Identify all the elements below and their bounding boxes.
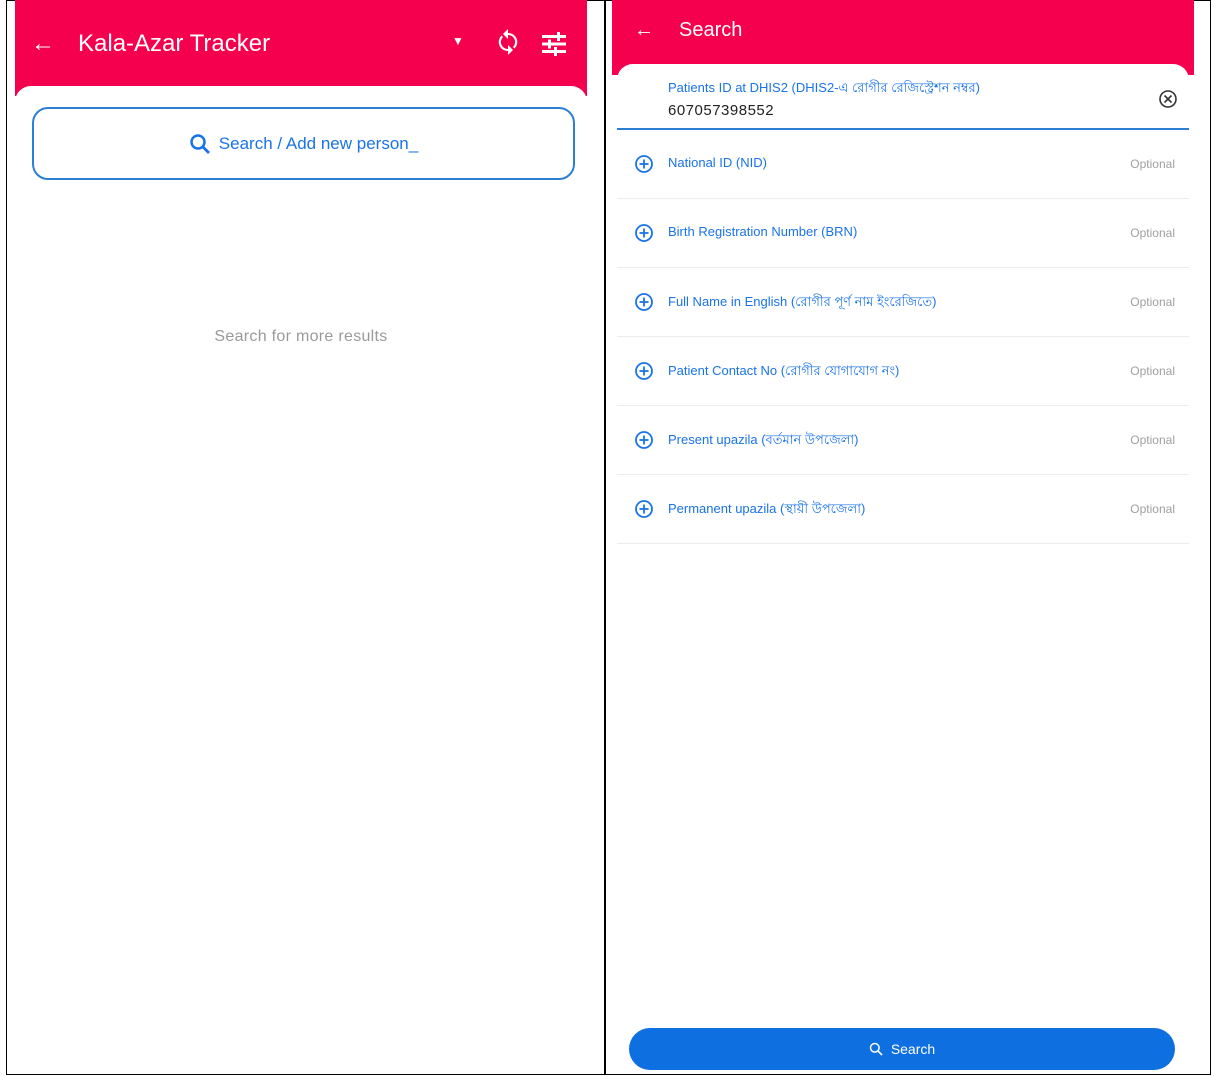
app-bar: ← Kala-Azar Tracker ▼ (15, 0, 587, 96)
search-icon (190, 133, 210, 154)
field-label: Full Name in English (রোগীর পূর্ণ নাম ইং… (668, 294, 937, 309)
search-button[interactable]: Search (629, 1028, 1175, 1070)
field-label: Patient Contact No (রোগীর যোগাযোগ নং) (668, 363, 900, 378)
patient-id-field[interactable]: Patients ID at DHIS2 (DHIS2-এ রোগীর রেজি… (617, 64, 1189, 130)
optional-tag: Optional (1130, 295, 1175, 309)
field-label: Permanent upazila (স্থায়ী উপজেলা) (668, 501, 866, 516)
add-circle-icon[interactable] (634, 499, 654, 519)
program-dropdown-icon[interactable]: ▼ (452, 34, 464, 48)
search-add-person-button[interactable]: Search / Add new person_ (32, 107, 575, 180)
field-label: Present upazila (বর্তমান উপজেলা) (668, 432, 859, 447)
back-arrow-icon[interactable]: ← (31, 30, 55, 58)
add-circle-icon[interactable] (634, 361, 654, 381)
filter-icon[interactable] (540, 30, 568, 58)
add-circle-icon[interactable] (634, 292, 654, 312)
search-screen: ← Search Patients ID at DHIS2 (DHIS2-এ র… (612, 0, 1194, 1074)
field-full-name[interactable]: Full Name in English (রোগীর পূর্ণ নাম ইং… (617, 268, 1189, 337)
add-circle-icon[interactable] (634, 430, 654, 450)
field-label: Birth Registration Number (BRN) (668, 224, 858, 239)
back-arrow-icon[interactable]: ← (634, 19, 654, 42)
clear-icon[interactable] (1158, 89, 1178, 109)
optional-tag: Optional (1130, 502, 1175, 516)
optional-tag: Optional (1130, 157, 1175, 171)
search-button-label: Search (890, 1041, 936, 1057)
optional-tag: Optional (1130, 433, 1175, 447)
search-add-person-label: Search / Add new person_ (218, 133, 419, 153)
app-title: Kala-Azar Tracker (78, 30, 271, 57)
content-sheet (15, 86, 587, 1074)
patient-id-label: Patients ID at DHIS2 (DHIS2-এ রোগীর রেজি… (668, 80, 981, 95)
optional-tag: Optional (1130, 226, 1175, 240)
add-circle-icon[interactable] (634, 223, 654, 243)
add-circle-icon[interactable] (634, 154, 654, 174)
field-contact-no[interactable]: Patient Contact No (রোগীর যোগাযোগ নং) Op… (617, 337, 1189, 406)
screen-title: Search (679, 19, 743, 41)
field-birth-registration[interactable]: Birth Registration Number (BRN) Optional (617, 199, 1189, 268)
field-permanent-upazila[interactable]: Permanent upazila (স্থায়ী উপজেলা) Optio… (617, 475, 1189, 544)
search-field-list: National ID (NID) Optional Birth Registr… (617, 130, 1189, 544)
optional-tag: Optional (1130, 364, 1175, 378)
field-label: National ID (NID) (668, 155, 767, 170)
patient-id-value[interactable]: 607057398552 (668, 102, 774, 119)
sync-icon[interactable] (497, 28, 519, 56)
search-icon (869, 1042, 883, 1056)
empty-results-text: Search for more results (214, 328, 388, 345)
field-present-upazila[interactable]: Present upazila (বর্তমান উপজেলা) Optiona… (617, 406, 1189, 475)
field-national-id[interactable]: National ID (NID) Optional (617, 130, 1189, 199)
